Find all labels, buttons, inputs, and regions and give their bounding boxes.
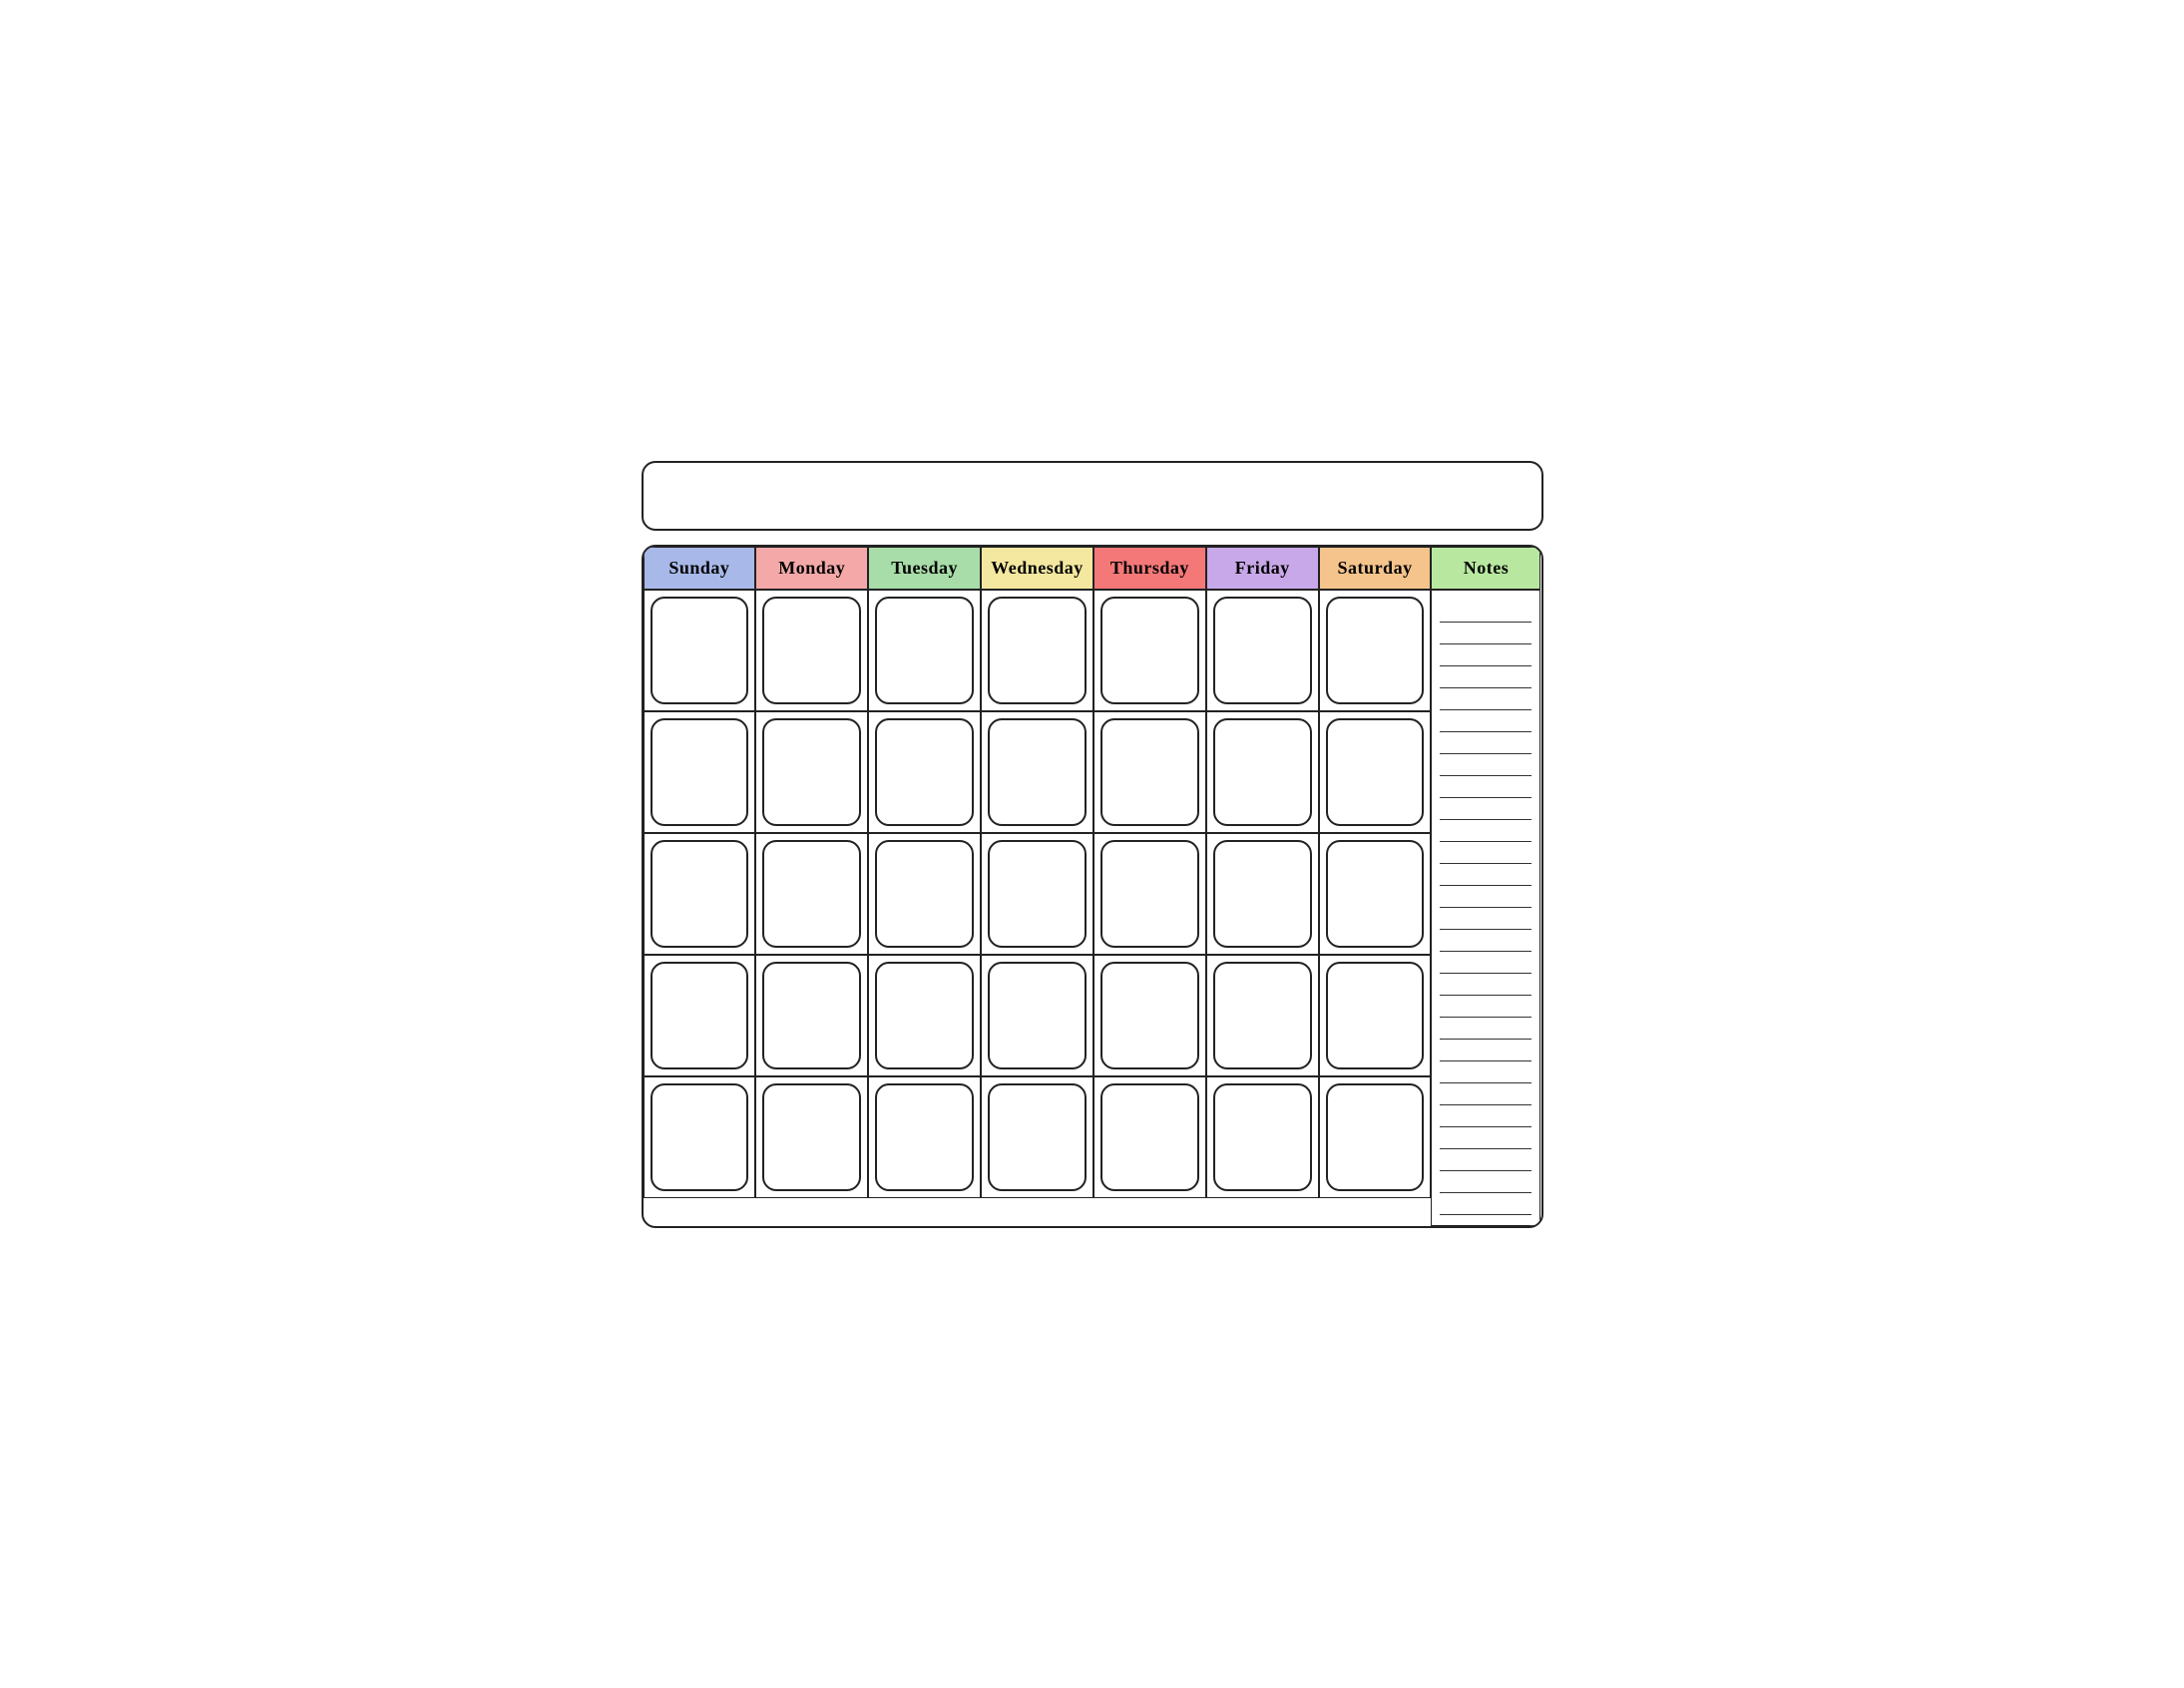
notes-line — [1440, 776, 1531, 798]
cell-r5-thu[interactable] — [1093, 1076, 1206, 1198]
header-monday: Monday — [755, 547, 868, 590]
notes-line — [1440, 1127, 1531, 1149]
cell-r1-sat[interactable] — [1319, 590, 1432, 711]
notes-line — [1440, 644, 1531, 666]
cell-r4-fri[interactable] — [1206, 955, 1319, 1076]
notes-line — [1440, 1193, 1531, 1215]
notes-line — [1440, 930, 1531, 952]
cell-r1-fri[interactable] — [1206, 590, 1319, 711]
cell-r3-wed[interactable] — [981, 833, 1093, 955]
cell-r3-mon[interactable] — [755, 833, 868, 955]
notes-line — [1440, 952, 1531, 974]
cell-r4-mon[interactable] — [755, 955, 868, 1076]
cell-r5-fri[interactable] — [1206, 1076, 1319, 1198]
cell-r3-fri[interactable] — [1206, 833, 1319, 955]
cell-r1-mon[interactable] — [755, 590, 868, 711]
notes-line — [1440, 601, 1531, 623]
notes-column[interactable] — [1431, 590, 1540, 1226]
calendar-grid: Sunday Monday Tuesday Wednesday Thursday… — [642, 545, 1543, 1228]
notes-line — [1440, 710, 1531, 732]
cell-r2-sun[interactable] — [644, 711, 756, 833]
cell-r5-sun[interactable] — [644, 1076, 756, 1198]
cell-r2-fri[interactable] — [1206, 711, 1319, 833]
notes-line — [1440, 974, 1531, 996]
cell-r4-tue[interactable] — [868, 955, 981, 1076]
notes-line — [1440, 820, 1531, 842]
notes-line — [1440, 886, 1531, 908]
cell-r4-thu[interactable] — [1093, 955, 1206, 1076]
notes-line — [1440, 1105, 1531, 1127]
notes-line — [1440, 842, 1531, 864]
cell-r2-tue[interactable] — [868, 711, 981, 833]
notes-line — [1440, 798, 1531, 820]
notes-line — [1440, 688, 1531, 710]
notes-line — [1440, 864, 1531, 886]
notes-line — [1440, 1083, 1531, 1105]
cell-r1-sun[interactable] — [644, 590, 756, 711]
notes-line — [1440, 908, 1531, 930]
notes-line — [1440, 1018, 1531, 1040]
cell-r2-thu[interactable] — [1093, 711, 1206, 833]
cell-r1-thu[interactable] — [1093, 590, 1206, 711]
cell-r4-sun[interactable] — [644, 955, 756, 1076]
notes-line — [1440, 754, 1531, 776]
cell-r1-wed[interactable] — [981, 590, 1093, 711]
cell-r3-sat[interactable] — [1319, 833, 1432, 955]
cell-r2-wed[interactable] — [981, 711, 1093, 833]
header-tuesday: Tuesday — [868, 547, 981, 590]
header-sunday: Sunday — [644, 547, 756, 590]
cell-r2-sat[interactable] — [1319, 711, 1432, 833]
header-wednesday: Wednesday — [981, 547, 1093, 590]
notes-line — [1440, 666, 1531, 688]
cell-r4-sat[interactable] — [1319, 955, 1432, 1076]
header-friday: Friday — [1206, 547, 1319, 590]
notes-line — [1440, 996, 1531, 1018]
cell-r1-tue[interactable] — [868, 590, 981, 711]
cell-r2-mon[interactable] — [755, 711, 868, 833]
cell-r3-thu[interactable] — [1093, 833, 1206, 955]
cell-r3-tue[interactable] — [868, 833, 981, 955]
cell-r5-tue[interactable] — [868, 1076, 981, 1198]
header-thursday: Thursday — [1093, 547, 1206, 590]
header-notes: Notes — [1431, 547, 1540, 590]
notes-line — [1440, 732, 1531, 754]
cell-r4-wed[interactable] — [981, 955, 1093, 1076]
notes-line — [1440, 1171, 1531, 1193]
title-bar[interactable] — [642, 461, 1543, 531]
notes-line — [1440, 1061, 1531, 1083]
header-saturday: Saturday — [1319, 547, 1432, 590]
notes-line — [1440, 1149, 1531, 1171]
notes-line — [1440, 623, 1531, 644]
cell-r5-mon[interactable] — [755, 1076, 868, 1198]
cell-r3-sun[interactable] — [644, 833, 756, 955]
notes-line — [1440, 1040, 1531, 1061]
calendar-wrapper: Sunday Monday Tuesday Wednesday Thursday… — [614, 433, 1571, 1256]
cell-r5-wed[interactable] — [981, 1076, 1093, 1198]
cell-r5-sat[interactable] — [1319, 1076, 1432, 1198]
